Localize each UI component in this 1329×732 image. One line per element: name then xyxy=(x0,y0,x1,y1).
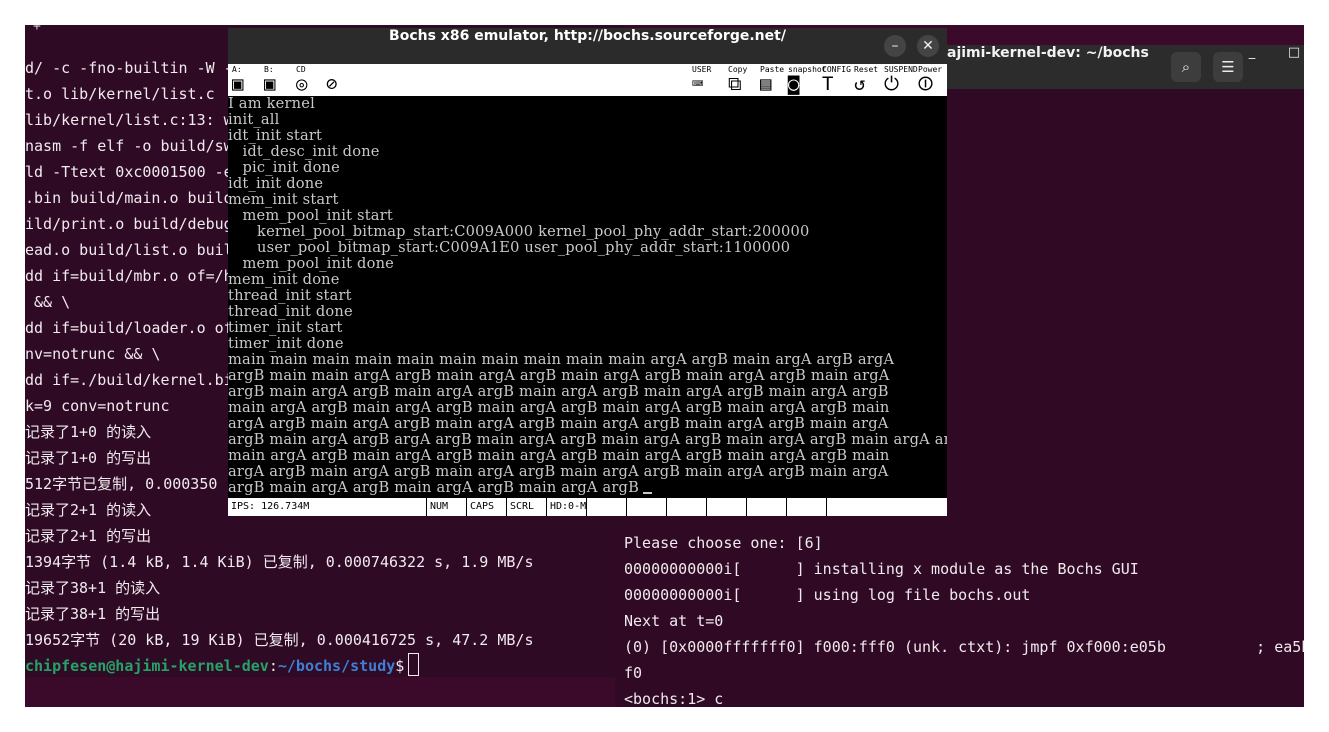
floppy-a-icon: ▣ xyxy=(232,73,244,95)
minimize-button[interactable]: – xyxy=(884,35,906,57)
prompt-path: ~/bochs/study xyxy=(277,657,396,675)
vga-line: main argA argB main argA argB main argA … xyxy=(228,448,890,464)
vga-line: timer_init done xyxy=(228,336,344,352)
terminal-line: Please choose one: [6] xyxy=(624,534,823,552)
caps-lock-indicator: CAPS xyxy=(466,498,494,516)
vga-line: mem_pool_init start xyxy=(228,208,393,224)
vga-text-output: I am kernel init_all idt_init start idt_de… xyxy=(228,96,947,496)
vga-line: main argA argB main argA argB main argA … xyxy=(228,400,890,416)
vga-line: main main main main main main main main … xyxy=(228,352,895,368)
vga-line: argB main main argA argB main argA argB … xyxy=(228,368,890,384)
num-lock-indicator: NUM xyxy=(426,498,448,516)
terminal-line: 记录了2+1 的写出 xyxy=(25,527,152,545)
suspend-icon: ⏻ xyxy=(884,73,900,95)
terminal-prompt-line[interactable]: chipfesen@hajimi-kernel-dev:~/bochs/stud… xyxy=(25,653,625,679)
ips-indicator: IPS: 126.734M xyxy=(231,501,310,512)
user-keyboard-icon: ⌨ xyxy=(692,73,704,95)
new-tab-plus-icon[interactable]: + xyxy=(33,25,41,34)
vga-line: argB main argA argB main argA argB main … xyxy=(228,480,947,496)
reset-icon: ↺ xyxy=(854,73,866,95)
prompt-user: chipfesen@hajimi-kernel-dev xyxy=(25,657,269,675)
terminal-line: <bochs:1> c xyxy=(624,690,724,707)
vga-line: argB main argA argB main argA argB main … xyxy=(228,384,889,400)
maximize-button[interactable]: □ xyxy=(1279,45,1304,89)
status-cell xyxy=(786,498,828,516)
vga-line: idt_desc_init done xyxy=(228,144,380,160)
right-terminal-lower-output: Please choose one: [6] 00000000000i[ ] in… xyxy=(624,530,1304,707)
vga-line: mem_pool_init done xyxy=(228,256,395,272)
status-cell xyxy=(666,498,708,516)
status-cell xyxy=(706,498,748,516)
terminal-line: 00000000000i[ ] using log file bochs.out xyxy=(624,586,1031,604)
vga-line: argA argB main argA argB main argA argB … xyxy=(228,416,889,432)
copy-icon: ⧉ xyxy=(728,73,742,95)
config-icon: T xyxy=(822,73,834,95)
vga-line: user_pool_bitmap_start:C009A1E0 user_poo… xyxy=(228,240,791,256)
paste-icon: ▤ xyxy=(760,73,772,95)
vga-line: init_all xyxy=(228,112,280,128)
mouse-icon: ⊘ xyxy=(326,73,338,95)
vga-line: argB main argA argB argA argB main argA … xyxy=(228,432,947,448)
vga-line: thread_init start xyxy=(228,288,352,304)
vga-line: I am kernel xyxy=(228,96,315,112)
vga-line: thread_init done xyxy=(228,304,353,320)
terminal-line: (0) [0x0000fffffff0] f000:fff0 (unk. ctx… xyxy=(624,638,1304,656)
prompt-separator: : xyxy=(268,657,278,675)
minimize-button[interactable]: _ xyxy=(1237,45,1267,89)
scroll-lock-indicator: SCRL xyxy=(506,498,534,516)
floppy-b-icon: ▣ xyxy=(264,73,276,95)
vga-line: kernel_pool_bitmap_start:C009A000 kernel… xyxy=(228,224,810,240)
terminal-line: 1394字节 (1.4 kB, 1.4 KiB) 已复制, 0.00074632… xyxy=(25,553,534,571)
status-cell xyxy=(626,498,668,516)
bochs-emulator-window[interactable]: Bochs x86 emulator, http://bochs.sourcef… xyxy=(228,28,947,516)
desktop: + d/ -c -fno-builtin -W - t.o lib/kernel/… xyxy=(25,25,1304,707)
vga-line: idt_init start xyxy=(228,128,323,144)
vga-line: idt_init done xyxy=(228,176,324,192)
terminal-line: 19652字节 (20 kB, 19 KiB) 已复制, 0.000416725… xyxy=(25,631,534,649)
vga-line: argA argB main argA argB main argA argB … xyxy=(228,464,889,480)
camera-icon: ◙ xyxy=(788,73,800,95)
power-icon: ⏼ xyxy=(918,73,934,95)
search-icon[interactable]: ⌕ xyxy=(1171,52,1201,82)
terminal-line: 记录了38+1 的读入 xyxy=(25,579,161,597)
terminal-line: 记录了38+1 的写出 xyxy=(25,605,161,623)
vga-line: mem_init done xyxy=(228,272,340,288)
vga-line: timer_init start xyxy=(228,320,343,336)
bochs-toolbar: A: ▣ B: ▣ CD ◎ ⊘ USER ⌨ Copy ⧉ Paste ▤ snapshot ◙ CONFI… xyxy=(228,64,947,97)
terminal-line: 00000000000i[ ] installing x module as t… xyxy=(624,560,1139,578)
status-cell xyxy=(826,498,868,516)
status-cell xyxy=(586,498,628,516)
bochs-statusbar: IPS: 126.734M NUM CAPS SCRL HD:0-M xyxy=(228,497,947,516)
vga-line: mem_init start xyxy=(228,192,339,208)
hd-indicator: HD:0-M xyxy=(546,498,586,516)
cdrom-icon: ◎ xyxy=(296,73,308,95)
terminal-line: f0 xyxy=(624,664,643,682)
bochs-vga-screen[interactable]: I am kernel init_all idt_init start idt_de… xyxy=(228,96,947,497)
terminal-line: Next at t=0 xyxy=(624,612,724,630)
prompt-sign: $ xyxy=(395,657,405,675)
status-cell xyxy=(746,498,788,516)
right-terminal-title: ajimi-kernel-dev: ~/bochs xyxy=(947,45,1149,61)
bochs-titlebar: Bochs x86 emulator, http://bochs.sourcef… xyxy=(228,28,947,64)
bochs-title: Bochs x86 emulator, http://bochs.sourcef… xyxy=(389,28,786,44)
vga-cursor xyxy=(643,492,653,494)
close-button[interactable]: ✕ xyxy=(917,35,939,57)
text-cursor xyxy=(408,653,420,676)
vga-line: pic_init done xyxy=(228,160,340,176)
